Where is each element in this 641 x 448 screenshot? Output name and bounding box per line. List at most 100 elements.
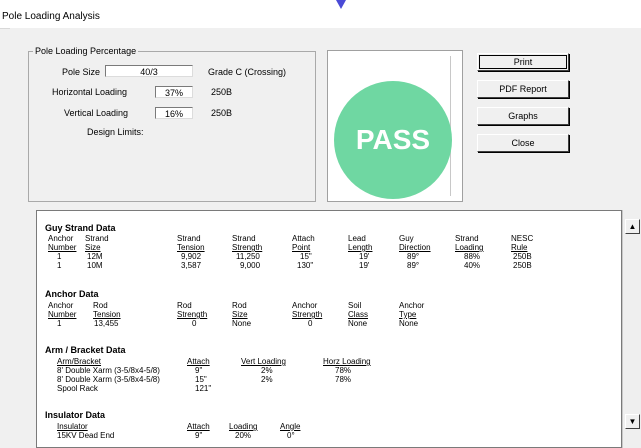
arm-bracket-title: Arm / Bracket Data	[45, 345, 126, 355]
pdf-report-button[interactable]: PDF Report	[477, 80, 569, 98]
anchor-cell: None	[399, 319, 419, 328]
guy-cell: 89°	[407, 252, 420, 261]
guy-strand-title: Guy Strand Data	[45, 223, 116, 233]
insulator-cell: 0°	[287, 431, 295, 440]
arm-cell: 78%	[335, 366, 352, 375]
anchor-header-bottom: Strength	[292, 310, 323, 319]
guy-cell: 15"	[300, 252, 312, 261]
anchor-cell: 0	[308, 319, 313, 328]
insulator-cell: 20%	[235, 431, 252, 440]
anchor-header-bottom: Tension	[93, 310, 121, 319]
print-button[interactable]: Print	[477, 53, 569, 71]
guy-cell: 3,587	[181, 261, 202, 270]
guy-header-bottom: Number	[48, 243, 77, 252]
design-limits-label: Design Limits:	[87, 127, 144, 137]
status-panel: PASS	[327, 50, 463, 202]
anchor-cell: None	[348, 319, 368, 328]
vertical-loading-field[interactable]: 16%	[155, 107, 193, 119]
insulator-header: Loading	[229, 422, 258, 431]
anchor-header-top: Rod	[93, 301, 108, 310]
window-title: Pole Loading Analysis	[2, 11, 100, 22]
group-title: Pole Loading Percentage	[35, 46, 137, 56]
anchor-header-top: Soil	[348, 301, 362, 310]
scroll-up-icon[interactable]: ▲	[625, 219, 640, 234]
pole-size-label: Pole Size	[62, 67, 101, 77]
guy-header-bottom: Length	[348, 243, 373, 252]
anchor-header-top: Rod	[232, 301, 247, 310]
insulator-header: Angle	[280, 422, 301, 431]
guy-cell: 40%	[464, 261, 481, 270]
arm-cell: Spool Rack	[57, 384, 98, 393]
vertical-loading-label: Vertical Loading	[64, 108, 129, 118]
guy-header-bottom: Point	[292, 243, 311, 252]
pole-size-field[interactable]: 40/3	[105, 65, 193, 77]
vertical-scrollbar[interactable]: ▲ ▼	[622, 210, 641, 448]
horizontal-loading-label: Horizontal Loading	[52, 87, 128, 97]
guy-cell: 250B	[513, 261, 532, 270]
anchor-header-bottom: Class	[348, 310, 369, 319]
arm-cell: 2%	[261, 375, 273, 384]
guy-cell: 1	[57, 261, 62, 270]
anchor-cell: 1	[57, 319, 62, 328]
guy-cell: 130"	[297, 261, 314, 270]
guy-cell: 10M	[87, 261, 103, 270]
anchor-cell: None	[232, 319, 252, 328]
guy-header-top: Strand	[85, 234, 109, 243]
anchor-header-bottom: Number	[48, 310, 77, 319]
title-bar: Pole Loading Analysis	[0, 0, 641, 29]
guy-header-top: Anchor	[48, 234, 74, 243]
anchor-header-top: Rod	[177, 301, 192, 310]
insulator-title: Insulator Data	[45, 410, 106, 420]
insulator-header: Insulator	[57, 422, 88, 431]
guy-header-top: NESC	[511, 234, 534, 243]
guy-cell: 88%	[464, 252, 481, 261]
guy-cell: 11,250	[236, 252, 260, 261]
guy-cell: 19'	[359, 252, 370, 261]
arm-cell: 15"	[195, 375, 207, 384]
pointer-marker-icon	[336, 0, 346, 9]
guy-header-top: Strand	[455, 234, 479, 243]
guy-header-bottom: Loading	[455, 243, 484, 252]
arm-header: Vert Loading	[241, 357, 286, 366]
guy-header-top: Strand	[177, 234, 201, 243]
vertical-rule: 250B	[211, 108, 233, 118]
guy-header-top: Strand	[232, 234, 256, 243]
anchor-cell: 0	[192, 319, 197, 328]
arm-header: Attach	[187, 357, 210, 366]
guy-header-bottom: Size	[85, 243, 101, 252]
guy-cell: 19'	[359, 261, 370, 270]
arm-header: Arm/Bracket	[57, 357, 102, 366]
anchor-header-bottom: Strength	[177, 310, 208, 319]
arm-cell: 2%	[261, 366, 273, 375]
guy-cell: 9,000	[240, 261, 261, 270]
anchor-cell: 13,455	[94, 319, 119, 328]
guy-header-bottom: Direction	[399, 243, 431, 252]
arm-cell: 8' Double Xarm (3-5/8x4-5/8)	[57, 366, 160, 375]
close-button[interactable]: Close	[477, 134, 569, 152]
guy-cell: 9,902	[181, 252, 202, 261]
graphs-button[interactable]: Graphs	[477, 107, 569, 125]
guy-cell: 250B	[513, 252, 532, 261]
horizontal-loading-field[interactable]: 37%	[155, 86, 193, 98]
insulator-cell: 9"	[195, 431, 203, 440]
report-panel[interactable]: Guy Strand Data Anchor Strand Strand Str…	[36, 210, 622, 448]
anchor-header-top: Anchor	[292, 301, 318, 310]
pass-indicator: PASS	[334, 81, 452, 199]
guy-header-bottom: Tension	[177, 243, 205, 252]
guy-header-top: Attach	[292, 234, 315, 243]
anchor-header-bottom: Size	[232, 310, 248, 319]
guy-cell: 1	[57, 252, 62, 261]
guy-header-top: Guy	[399, 234, 414, 243]
guy-header-top: Lead	[348, 234, 366, 243]
grade-text: Grade C (Crossing)	[208, 67, 287, 77]
guy-cell: 12M	[87, 252, 103, 261]
insulator-cell: 15KV Dead End	[57, 431, 115, 440]
anchor-title: Anchor Data	[45, 289, 99, 299]
guy-header-bottom: Strength	[232, 243, 263, 252]
scroll-down-icon[interactable]: ▼	[625, 414, 640, 429]
anchor-header-top: Anchor	[399, 301, 425, 310]
arm-cell: 121"	[195, 384, 212, 393]
anchor-header-top: Anchor	[48, 301, 74, 310]
guy-header-bottom: Rule	[511, 243, 528, 252]
arm-cell: 9"	[195, 366, 203, 375]
